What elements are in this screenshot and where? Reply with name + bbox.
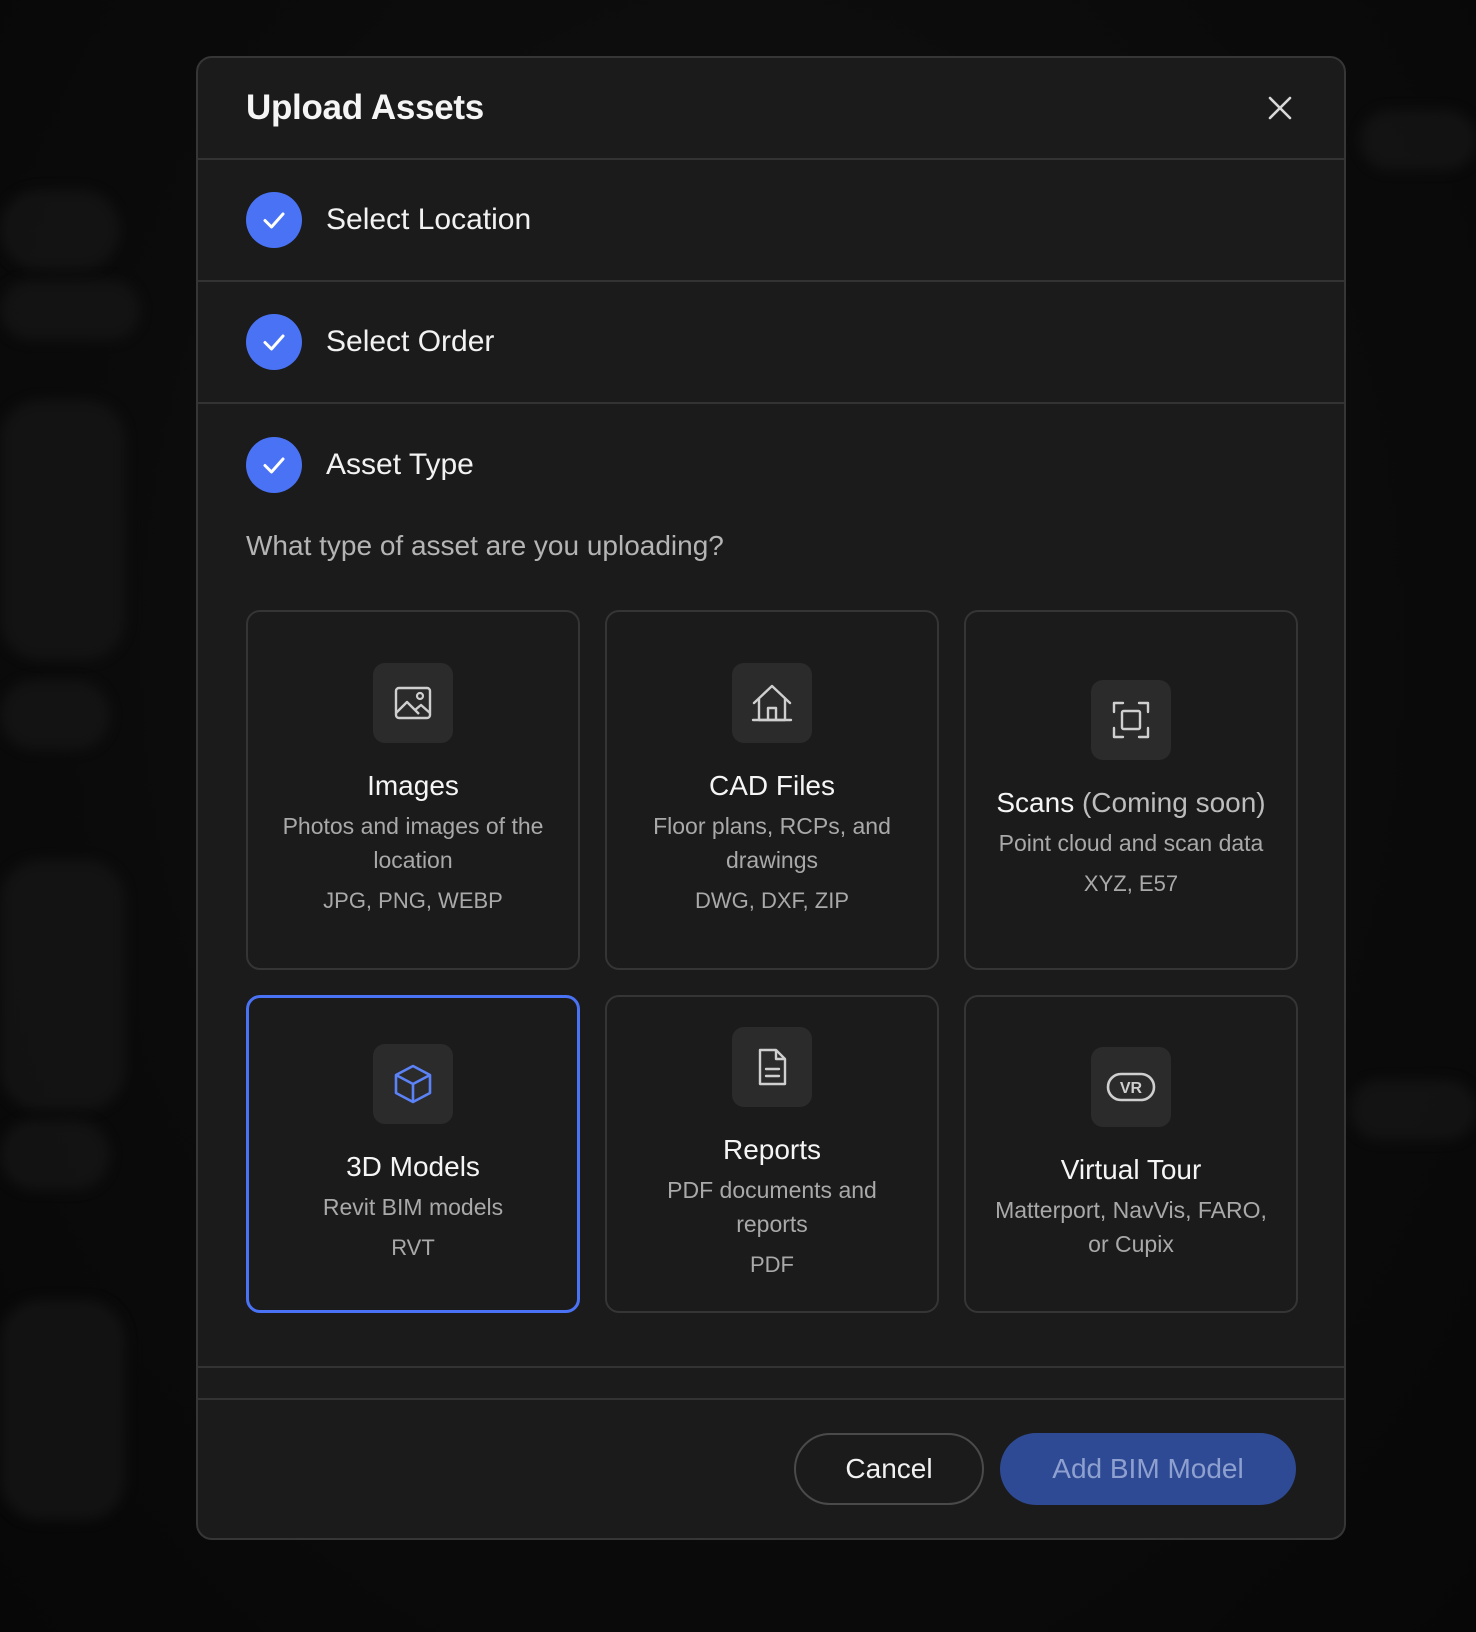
card-title: Reports — [722, 1134, 822, 1165]
icon-container — [732, 1027, 812, 1107]
document-icon — [758, 1048, 787, 1086]
upload-assets-modal: Upload Assets Select Location Select Ord… — [196, 56, 1346, 1540]
card-description: Matterport, NavVis, FARO, or Cupix — [995, 1197, 1267, 1257]
card-description: Point cloud and scan data — [998, 830, 1264, 856]
blurred-background-element — [0, 1300, 125, 1520]
checkmark-icon — [263, 457, 285, 474]
step-complete-badge — [246, 437, 302, 493]
step-select-order[interactable]: Select Order — [198, 282, 1344, 404]
blurred-background-element — [0, 860, 125, 1110]
blurred-background-element — [0, 280, 140, 340]
modal-header: Upload Assets — [198, 58, 1344, 160]
step-asset-type-header[interactable]: Asset Type — [246, 404, 1296, 526]
icon-container — [373, 663, 453, 743]
blurred-background-element — [1360, 110, 1476, 170]
card-formats: PDF — [750, 1252, 794, 1277]
icon-container — [732, 663, 812, 743]
checkmark-icon — [263, 212, 285, 229]
card-description: Revit BIM models — [322, 1194, 504, 1220]
asset-type-question: What type of asset are you uploading? — [246, 530, 724, 561]
step-complete-badge — [246, 314, 302, 370]
card-title: CAD Files — [708, 770, 835, 801]
next-step-placeholder — [198, 1368, 1344, 1400]
card-description: Photos and images of the location — [282, 813, 544, 873]
step-asset-type: Asset Type What type of asset are you up… — [198, 404, 1344, 1368]
icon-container — [1091, 680, 1171, 760]
blurred-background-element — [0, 1120, 110, 1190]
icon-container: VR — [1091, 1047, 1171, 1127]
asset-card-virtual-tour[interactable]: VR Virtual Tour Matterport, NavVis, FARO… — [964, 995, 1298, 1313]
vr-icon: VR — [1106, 1072, 1156, 1102]
asset-card-cad-files[interactable]: CAD Files Floor plans, RCPs, and drawing… — [605, 610, 939, 970]
image-icon — [394, 686, 432, 720]
card-formats: RVT — [391, 1235, 435, 1260]
step-select-location[interactable]: Select Location — [198, 160, 1344, 282]
card-title: Scans (Coming soon) — [996, 787, 1266, 818]
blurred-background-element — [0, 190, 120, 270]
step-label: Select Location — [326, 203, 532, 236]
step-label: Asset Type — [326, 448, 474, 481]
asset-type-grid: Images Photos and images of the location… — [246, 610, 1298, 1313]
modal-footer: Cancel Add BIM Model — [198, 1400, 1344, 1538]
card-title: Images — [367, 770, 459, 801]
card-formats: JPG, PNG, WEBP — [323, 888, 503, 913]
icon-container — [373, 1044, 453, 1124]
card-formats: DWG, DXF, ZIP — [695, 888, 849, 913]
close-button[interactable] — [1260, 88, 1300, 128]
asset-card-reports[interactable]: Reports PDF documents and reports PDF — [605, 995, 939, 1313]
cancel-button[interactable]: Cancel — [794, 1433, 984, 1505]
modal-title: Upload Assets — [246, 88, 484, 127]
blurred-background-element — [1350, 1080, 1476, 1140]
cube-icon — [394, 1064, 432, 1104]
card-description: PDF documents and reports — [667, 1177, 877, 1237]
asset-card-images[interactable]: Images Photos and images of the location… — [246, 610, 580, 970]
checkmark-icon — [263, 334, 285, 351]
asset-card-scans[interactable]: Scans (Coming soon) Point cloud and scan… — [964, 610, 1298, 970]
asset-card-3d-models[interactable]: 3D Models Revit BIM models RVT — [246, 995, 580, 1313]
blurred-background-element — [0, 400, 125, 660]
card-title: Virtual Tour — [1060, 1154, 1202, 1185]
step-complete-badge — [246, 192, 302, 248]
card-title: 3D Models — [346, 1151, 480, 1182]
scan-icon — [1112, 701, 1150, 739]
step-label: Select Order — [326, 325, 495, 358]
blurred-background-element — [0, 680, 110, 750]
add-bim-model-button[interactable]: Add BIM Model — [1000, 1433, 1296, 1505]
house-icon — [751, 684, 793, 722]
svg-text:VR: VR — [1120, 1080, 1143, 1097]
close-icon — [1268, 96, 1292, 120]
card-description: Floor plans, RCPs, and drawings — [653, 813, 891, 873]
card-formats: XYZ, E57 — [1083, 871, 1179, 896]
